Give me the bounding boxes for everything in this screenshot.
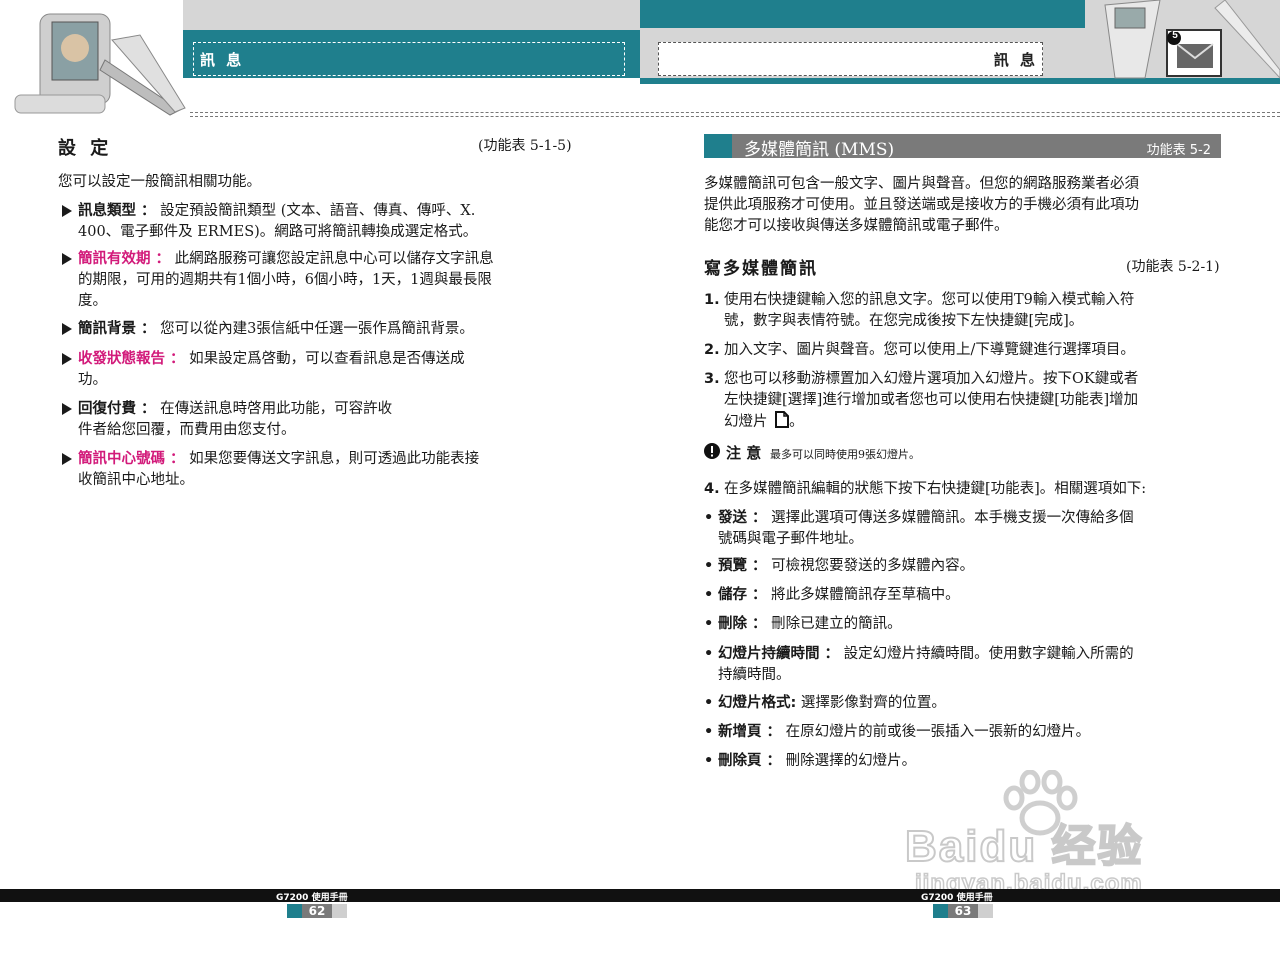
phone-illustration: [0, 0, 190, 118]
list-item: 訊息類型 ： 設定預設簡訊類型 (文本、語音、傳真、傳呼、X. 400、電子郵件…: [62, 201, 582, 243]
item-text: 件者給您回覆，而費用由您支付。: [78, 422, 296, 438]
header-left-title-box: 訊 息: [193, 42, 625, 76]
bullet-icon: •: [704, 646, 714, 662]
bullet-icon: •: [704, 724, 714, 740]
arrow-right-icon: [62, 353, 72, 365]
footer-left-model: G7200 使用手冊: [276, 893, 348, 903]
slide-icon: [775, 411, 790, 428]
item-term: 簡訊有效期 ：: [78, 251, 171, 267]
right-sub-ref: (功能表 5-2-1): [1126, 259, 1220, 275]
step-number: 4.: [704, 481, 720, 497]
option-item: • 幻燈片持續時間 ： 設定幻燈片持續時間。使用數字鍵輸入所需的 持續時間。: [704, 646, 1134, 683]
mail-illustration: [1085, 0, 1280, 79]
item-term: 回復付費 ：: [78, 401, 156, 417]
right-sub-heading: 寫多媒體簡訊: [704, 259, 818, 279]
item-text: 的期限，可用的週期共有1個小時，6個小時，1天，1週與最長限: [78, 272, 492, 288]
option-item: • 幻燈片格式: 選擇影像對齊的位置。: [704, 693, 1224, 714]
watermark-logo: Baidu 经验: [904, 821, 1144, 872]
option-item: • 發送 ： 選擇此選項可傳送多媒體簡訊。本手機支援一次傳給多個 號碼與電子郵件…: [704, 510, 1134, 547]
item-text: 400、電子郵件及 ERMES)。網路可將簡訊轉換成選定格式。: [78, 224, 478, 240]
right-intro: 多媒體簡訊可包含一般文字、圖片與聲音。但您的網路服務業者必須 提供此項服務才可使…: [704, 176, 1139, 234]
left-heading-ref: (功能表 5-1-5): [478, 138, 572, 154]
item-text: 此網路服務可讓您設定訊息中心可以儲存文字訊息: [174, 251, 494, 267]
note: 注 意 最多可以同時使用9張幻燈片。: [704, 442, 1224, 462]
step-number: 1.: [704, 292, 720, 308]
section-bar-ref: 功能表 5-2: [1146, 143, 1211, 158]
item-text: 如果設定爲啓動，可以查看訊息是否傳送成: [189, 351, 465, 367]
option-item: • 儲存 ： 將此多媒體簡訊存至草稿中。: [704, 585, 1224, 606]
note-label: 注 意: [726, 444, 762, 462]
page-number-right: 63: [954, 904, 972, 918]
step-item: 2. 加入文字、圖片與聲音。您可以使用上/下導覽鍵進行選擇項目。: [704, 340, 1224, 361]
item-text: 在傳送訊息時啓用此功能，可容許收: [160, 401, 393, 417]
header-right-title: 訊 息: [993, 51, 1038, 69]
left-page: 設 定 (功能表 5-1-5) 您可以設定一般簡訊相關功能。 訊息類型 ： 設定…: [58, 130, 588, 510]
list-item: 簡訊背景 ： 您可以從內建3張信紙中任選一張作爲簡訊背景。: [62, 319, 582, 340]
bullet-icon: •: [704, 510, 714, 526]
note-text: 最多可以同時使用9張幻燈片。: [770, 448, 920, 461]
option-item: • 新增頁 ： 在原幻燈片的前或後一張插入一張新的幻燈片。: [704, 722, 1224, 743]
arrow-right-icon: [62, 253, 72, 265]
item-term: 簡訊中心號碼 ：: [78, 451, 185, 467]
arrow-right-icon: [62, 453, 72, 465]
bullet-icon: •: [704, 587, 714, 603]
header-left-title: 訊 息: [200, 51, 245, 69]
left-heading: 設 定: [58, 138, 113, 159]
list-item: 簡訊中心號碼 ： 如果您要傳送文字訊息，則可透過此功能表接 收簡訊中心地址。: [62, 449, 582, 491]
left-intro: 您可以設定一般簡訊相關功能。: [58, 174, 261, 190]
section-bar-title: 多媒體簡訊 (MMS): [744, 140, 895, 160]
section-bar: 多媒體簡訊 (MMS) 功能表 5-2: [704, 134, 1221, 160]
list-item: 回復付費 ： 在傳送訊息時啓用此功能，可容許收 件者給您回覆，而費用由您支付。: [62, 399, 582, 441]
step-number: 3.: [704, 371, 720, 387]
step-number: 2.: [704, 342, 720, 358]
arrow-right-icon: [62, 205, 72, 217]
header: 訊 息 訊 息 5: [0, 0, 1280, 118]
item-text: 功。: [78, 372, 107, 388]
item-text: 收簡訊中心地址。: [78, 472, 194, 488]
right-page: 多媒體簡訊 (MMS) 功能表 5-2 多媒體簡訊可包含一般文字、圖片與聲音。但…: [704, 134, 1234, 784]
item-text: 設定預設簡訊類型 (文本、語音、傳真、傳呼、X.: [160, 203, 476, 219]
bullet-icon: •: [704, 695, 714, 711]
section-badge: 5: [1172, 30, 1178, 41]
item-term: 簡訊背景 ：: [78, 321, 156, 337]
option-item: • 刪除頁 ： 刪除選擇的幻燈片。: [704, 751, 1224, 772]
arrow-right-icon: [62, 323, 72, 335]
step-item: 4. 在多媒體簡訊編輯的狀態下按下右快捷鍵[功能表]。相關選項如下:: [704, 479, 1224, 500]
option-item: • 刪除 ： 刪除已建立的簡訊。: [704, 614, 1224, 635]
arrow-right-icon: [62, 403, 72, 415]
item-text: 度。: [78, 293, 107, 309]
bullet-icon: •: [704, 558, 714, 574]
bullet-icon: •: [704, 753, 714, 769]
footer-right-model: G7200 使用手冊: [921, 893, 993, 903]
step-item: 3. 您也可以移動游標置加入幻燈片選項加入幻燈片。按下OK鍵或者 左快捷鍵[選擇…: [704, 371, 1139, 430]
option-item: • 預覽 ： 可檢視您要發送的多媒體內容。: [704, 556, 1224, 577]
footer: G7200 使用手冊 G7200 使用手冊 62 63: [0, 889, 1280, 929]
item-term: 收發狀態報告 ：: [78, 351, 185, 367]
step-item: 1. 使用右快捷鍵輸入您的訊息文字。您可以使用T9輸入模式輸入符 號，數字與表情…: [704, 292, 1135, 329]
list-item: 簡訊有效期 ： 此網路服務可讓您設定訊息中心可以儲存文字訊息 的期限，可用的週期…: [62, 249, 582, 312]
page-number-left: 62: [308, 904, 326, 918]
item-term: 訊息類型 ：: [78, 203, 156, 219]
watermark: Baidu 经验 jingyan.baidu.com: [904, 770, 1205, 905]
bullet-icon: •: [704, 616, 714, 632]
item-text: 您可以從內建3張信紙中任選一張作爲簡訊背景。: [160, 321, 474, 337]
exclamation-icon: [704, 443, 720, 459]
header-right-title-box: 訊 息: [658, 42, 1043, 76]
item-text: 如果您要傳送文字訊息，則可透過此功能表接: [189, 451, 480, 467]
list-item: 收發狀態報告 ： 如果設定爲啓動，可以查看訊息是否傳送成 功。: [62, 349, 582, 391]
